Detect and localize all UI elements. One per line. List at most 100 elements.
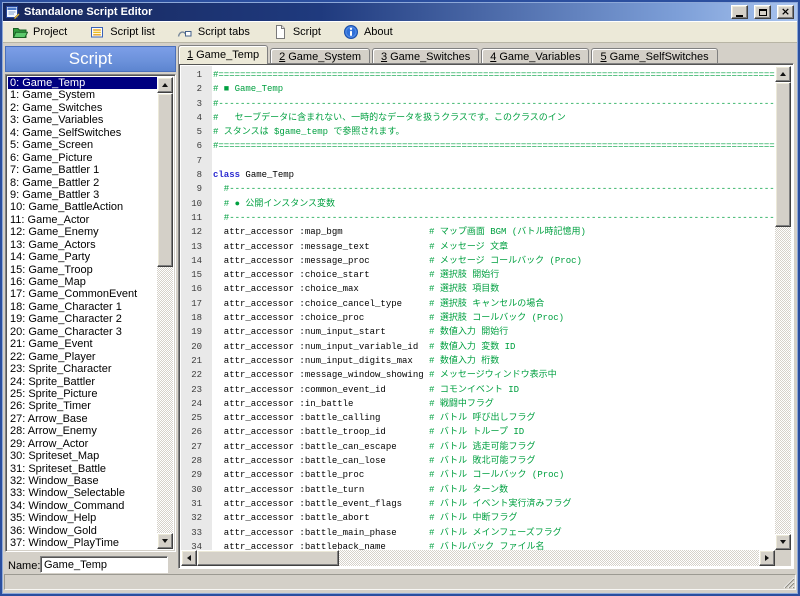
script-list-item[interactable]: 3: Game_Variables [8,114,157,126]
code-line: 25 attr_accessor :battle_calling # バトル 呼… [181,411,775,425]
script-list-item[interactable]: 34: Window_Command [8,500,157,512]
script-list-item[interactable]: 22: Game_Player [8,351,157,363]
script-list-item[interactable]: 7: Game_Battler 1 [8,164,157,176]
script-list-item[interactable]: 1: Game_System [8,89,157,101]
script-name-input[interactable] [40,556,168,573]
script-list-items: 0: Game_Temp1: Game_System2: Game_Switch… [8,77,157,549]
script-list-item[interactable]: 6: Game_Picture [8,152,157,164]
code-line: 4# セーブデータに含まれない、一時的なデータを扱うクラスです。このクラスのイン [181,111,775,125]
script-list-item[interactable]: 30: Spriteset_Map [8,450,157,462]
maximize-button[interactable] [754,5,771,19]
tab-game-temp[interactable]: 1Game_Temp [178,45,268,64]
tab-label: Game_Variables [499,51,580,63]
scrollbar-thumb[interactable] [197,550,339,566]
script-list-item[interactable]: 28: Arrow_Enemy [8,425,157,437]
scrollbar-thumb[interactable] [775,82,791,227]
script-editor-window: Standalone Script Editor × Project [0,0,800,596]
script-list-item[interactable]: 23: Sprite_Character [8,363,157,375]
script-list-item[interactable]: 35: Window_Help [8,512,157,524]
scroll-up-button[interactable] [775,66,791,82]
line-number: 3 [181,97,207,111]
tab-game-selfswitches[interactable]: 5Game_SelfSwitches [591,48,717,64]
script-list-button[interactable]: Script list [84,22,160,42]
code-line: 10 # ● 公開インスタンス変数 [181,197,775,211]
code-line: 24 attr_accessor :in_battle # 戦闘中フラグ [181,397,775,411]
editor-vertical-scrollbar[interactable] [775,66,791,550]
scroll-down-button[interactable] [157,533,173,549]
scroll-up-button[interactable] [157,77,173,93]
script-list-item[interactable]: 17: Game_CommonEvent [8,288,157,300]
scroll-down-button[interactable] [775,534,791,550]
line-number: 14 [181,254,207,268]
script-list-item[interactable]: 32: Window_Base [8,475,157,487]
code-area[interactable]: 1#======================================… [181,66,775,550]
script-list-item[interactable]: 13: Game_Actors [8,239,157,251]
script-list-item[interactable]: 36: Window_Gold [8,525,157,537]
project-button[interactable]: Project [7,22,72,42]
script-list-item[interactable]: 4: Game_SelfSwitches [8,127,157,139]
tab-label: Game_Temp [196,49,259,61]
line-number: 13 [181,240,207,254]
script-button[interactable]: Script [267,22,326,42]
script-list-item[interactable]: 26: Sprite_Timer [8,400,157,412]
script-list-item[interactable]: 12: Game_Enemy [8,226,157,238]
tab-game-switches[interactable]: 3Game_Switches [372,48,479,64]
script-list-item[interactable]: 14: Game_Party [8,251,157,263]
script-tabs-icon [177,24,193,40]
script-list-item[interactable]: 24: Sprite_Battler [8,376,157,388]
script-list-item[interactable]: 21: Game_Event [8,338,157,350]
code-line: 13 attr_accessor :message_text # メッセージ 文… [181,240,775,254]
title-bar[interactable]: Standalone Script Editor × [3,3,797,21]
minimize-button[interactable] [731,5,748,19]
resize-grip[interactable] [782,576,795,589]
line-number: 18 [181,311,207,325]
line-number: 1 [181,68,207,82]
script-list-item[interactable]: 2: Game_Switches [8,102,157,114]
script-list-item[interactable]: 8: Game_Battler 2 [8,177,157,189]
tab-game-system[interactable]: 2Game_System [270,48,370,64]
status-bar [4,574,796,590]
script-list-item[interactable]: 16: Game_Map [8,276,157,288]
script-list-item[interactable]: 0: Game_Temp [8,77,157,89]
script-list-item[interactable]: 33: Window_Selectable [8,487,157,499]
tool-label: Project [33,26,67,38]
script-list-scrollbar[interactable] [157,77,173,549]
script-list-item[interactable]: 5: Game_Screen [8,139,157,151]
code-line: 18 attr_accessor :choice_proc # 選択肢 コールバ… [181,311,775,325]
script-list-item[interactable]: 9: Game_Battler 3 [8,189,157,201]
code-line: 19 attr_accessor :num_input_start # 数値入力… [181,325,775,339]
script-list-item[interactable]: 27: Arrow_Base [8,413,157,425]
script-list[interactable]: 0: Game_Temp1: Game_System2: Game_Switch… [5,74,176,552]
about-info-icon [343,24,359,40]
code-line: 30 attr_accessor :battle_turn # バトル ターン数 [181,483,775,497]
tab-label: Game_SelfSwitches [610,51,709,63]
script-list-item[interactable]: 25: Sprite_Picture [8,388,157,400]
editor-horizontal-scrollbar[interactable] [181,550,775,566]
script-tabs-button[interactable]: Script tabs [172,22,255,42]
line-number: 8 [181,168,207,182]
scrollbar-thumb[interactable] [157,93,173,267]
script-list-item[interactable]: 15: Game_Troop [8,264,157,276]
script-list-item[interactable]: 18: Game_Character 1 [8,301,157,313]
script-list-item[interactable]: 10: Game_BattleAction [8,201,157,213]
script-list-item[interactable]: 31: Spriteset_Battle [8,463,157,475]
code-line: 2# ■ Game_Temp [181,82,775,96]
editor-tab-bar: 1Game_Temp2Game_System3Game_Switches4Gam… [178,45,720,64]
script-list-item[interactable]: 11: Game_Actor [8,214,157,226]
code-line: 20 attr_accessor :num_input_variable_id … [181,340,775,354]
tab-game-variables[interactable]: 4Game_Variables [481,48,589,64]
script-list-item[interactable]: 37: Window_PlayTime [8,537,157,549]
code-line: 16 attr_accessor :choice_max # 選択肢 項目数 [181,282,775,296]
script-list-item[interactable]: 29: Arrow_Actor [8,438,157,450]
script-list-item[interactable]: 19: Game_Character 2 [8,313,157,325]
scroll-right-button[interactable] [759,550,775,566]
about-button[interactable]: About [338,22,398,42]
close-button[interactable]: × [777,5,794,19]
close-icon: × [781,7,790,17]
script-list-item[interactable]: 20: Game_Character 3 [8,326,157,338]
scroll-left-button[interactable] [181,550,197,566]
tool-label: Script [293,26,321,38]
line-number: 11 [181,211,207,225]
line-number: 30 [181,483,207,497]
tool-label: About [364,26,393,38]
